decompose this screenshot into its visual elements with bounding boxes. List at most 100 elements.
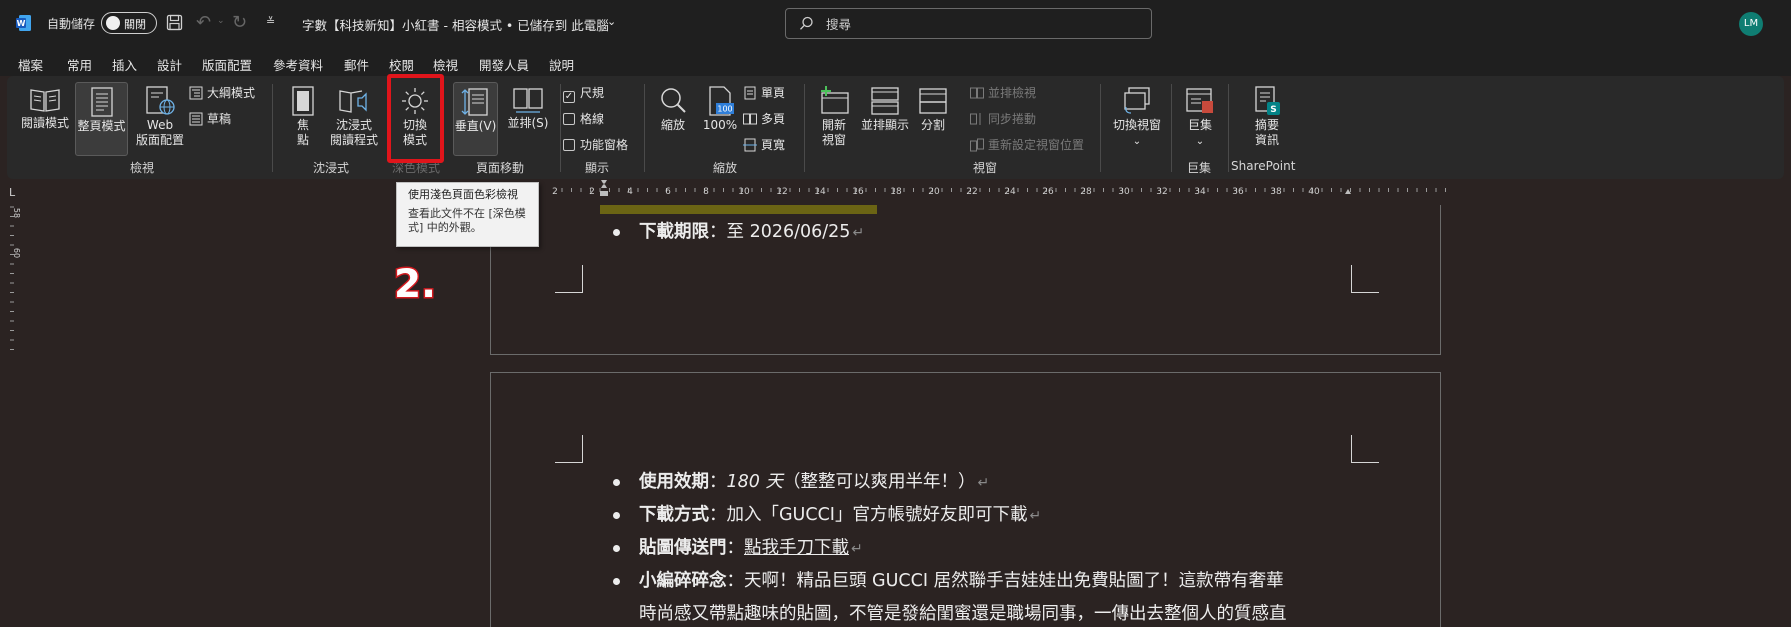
item-heading: 下載方式 (639, 505, 709, 525)
tab-selector[interactable]: L (9, 186, 15, 199)
ruler-label: 26 (1042, 187, 1054, 197)
arrange-all-button[interactable]: 並排顯示 (857, 86, 913, 133)
bullet-icon (613, 512, 620, 519)
bullet-icon (613, 545, 620, 552)
search-icon (799, 16, 814, 35)
document-page[interactable]: 使用效期：180 天（整整可以爽用半年！） ↵ 下載方式：加入「GUCCI」官方帳… (490, 372, 1441, 627)
ruler-label: 18 (890, 187, 902, 197)
search-input[interactable] (826, 14, 1126, 34)
tab-mailings[interactable]: 郵件 (344, 55, 369, 74)
tab-references[interactable]: 參考資料 (273, 55, 323, 74)
chevron-down-icon: ⌄ (1195, 136, 1205, 147)
group-label-window: 視窗 (973, 161, 998, 175)
focus-button[interactable]: 焦 點 (287, 86, 319, 148)
gridlines-checkbox[interactable]: 格線 (563, 111, 604, 127)
tab-design[interactable]: 設計 (157, 55, 182, 74)
crop-mark-icon (555, 265, 583, 293)
new-window-icon (821, 86, 849, 114)
item-emphasis: 180 天 (726, 472, 783, 492)
document-page[interactable]: 下載期限：至 2026/06/25 ↵ (490, 205, 1441, 355)
word-app-icon: W (16, 14, 32, 32)
navigation-pane-checkbox[interactable]: 功能窗格 (563, 137, 628, 153)
chevron-down-icon[interactable]: ⌄ (607, 15, 616, 28)
ruler-label: 14 (814, 187, 826, 197)
outline-button[interactable]: 大綱模式 (189, 85, 255, 101)
list-item-continuation[interactable]: 時尚感又帶點趣味的貼圖，不管是發給閨蜜還是職場同事，一傳出去整個人的質感直 (639, 602, 1287, 626)
tab-developer[interactable]: 開發人員 (479, 55, 529, 74)
ruler-label: 28 (1080, 187, 1092, 197)
synchronous-scrolling-label: 同步捲動 (988, 112, 1037, 126)
undo-icon[interactable]: ↶ (196, 12, 211, 33)
tooltip-title: 使用淺色頁面色彩檢視 (408, 188, 518, 201)
download-link[interactable]: 點我手刀下載 (744, 538, 849, 558)
horizontal-ruler-marks: 2 2 4 6 8 10 12 14 16 18 20 22 24 26 28 30 32 34 36 38 40 (490, 180, 1446, 198)
divider (804, 84, 805, 172)
multiple-pages-button[interactable]: 多頁 (743, 111, 785, 127)
search-box[interactable] (785, 8, 1152, 39)
ruler-checkbox[interactable]: ✓ 尺規 (563, 85, 604, 103)
bullet-icon (613, 479, 620, 486)
tab-review[interactable]: 校閱 (389, 55, 414, 74)
undo-dropdown-icon[interactable]: ⌄ (217, 16, 225, 26)
tab-home[interactable]: 常用 (67, 55, 92, 74)
avatar[interactable]: LM (1739, 12, 1763, 36)
item-heading: 小編碎碎念 (639, 571, 727, 591)
tab-view[interactable]: 檢視 (433, 55, 459, 81)
ruler-label: 8 (703, 187, 709, 197)
ruler-label: 16 (852, 187, 864, 197)
read-mode-button[interactable]: 閱讀模式 (20, 86, 70, 131)
one-page-button[interactable]: 單頁 (743, 85, 785, 101)
list-item[interactable]: 小編碎碎念：天啊！精品巨頭 GUCCI 居然聯手吉娃娃出免費貼圖了！這款帶有奢華 (639, 569, 1284, 593)
tab-file[interactable]: 檔案 (18, 55, 43, 74)
list-item[interactable]: 使用效期：180 天（整整可以爽用半年！） ↵ (639, 470, 989, 495)
synchronous-scrolling-button: 同步捲動 (970, 111, 1036, 127)
focus-label-2: 點 (296, 133, 309, 147)
zoom-button[interactable]: 縮放 (654, 86, 692, 133)
group-label-macros: 巨集 (1187, 161, 1212, 175)
autosave-toggle[interactable]: 關閉 (101, 12, 157, 34)
web-layout-button[interactable]: Web 版面配置 (131, 86, 189, 148)
view-side-by-side-label: 並排檢視 (988, 86, 1037, 100)
tab-insert[interactable]: 插入 (112, 55, 137, 74)
split-button[interactable]: 分割 (913, 86, 953, 133)
macros-button[interactable]: 巨集 ⌄ (1182, 86, 1218, 149)
properties-button[interactable]: S 摘要 資訊 (1247, 86, 1287, 148)
split-icon (919, 88, 947, 114)
save-icon[interactable] (166, 14, 183, 35)
new-window-button[interactable]: 開新 視窗 (814, 86, 854, 148)
paragraph-mark-icon: ↵ (852, 225, 865, 241)
item-heading: 使用效期 (639, 472, 709, 492)
customize-toolbar-icon[interactable]: ≚ (266, 15, 275, 28)
group-label-page-movement: 頁面移動 (476, 161, 525, 175)
vertical-ruler[interactable]: 58 60 (0, 205, 28, 627)
tab-layout[interactable]: 版面配置 (202, 55, 252, 74)
immersive-reader-button[interactable]: 沈浸式 閱讀程式 (325, 86, 383, 148)
list-item[interactable]: 下載方式：加入「GUCCI」官方帳號好友即可下載 ↵ (639, 503, 1041, 528)
document-title[interactable]: 字數【科技新知】小紅書 - 相容模式 • 已儲存到 此電腦 (302, 15, 609, 34)
redo-icon[interactable]: ↻ (232, 12, 247, 33)
ruler-label: 30 (1118, 187, 1130, 197)
tab-help[interactable]: 說明 (549, 55, 574, 74)
toggle-knob (106, 16, 120, 30)
bullet-icon (613, 229, 620, 236)
ruler-label: 2 (589, 187, 595, 197)
group-label-zoom: 縮放 (713, 161, 738, 175)
reset-position-icon (970, 138, 984, 152)
reset-window-position-button: 重新設定視窗位置 (970, 137, 1084, 153)
draft-label: 草稿 (207, 112, 232, 126)
ruler-label: 20 (928, 187, 940, 197)
multiple-pages-label: 多頁 (761, 112, 786, 126)
side-to-side-button[interactable]: 並排(S) (503, 86, 553, 131)
switch-windows-button[interactable]: 切換視窗 ⌄ (1109, 86, 1165, 149)
print-layout-button[interactable]: 整頁模式 (75, 82, 128, 156)
horizontal-ruler[interactable]: 2 2 4 6 8 10 12 14 16 18 20 22 24 26 28 30 32 34 36 38 40 (28, 179, 1791, 205)
ruler-label: 6 (665, 187, 671, 197)
bullet-icon (613, 578, 620, 585)
divider (1171, 84, 1172, 172)
list-item[interactable]: 貼圖傳送門：點我手刀下載 ↵ (639, 536, 863, 561)
vertical-button[interactable]: 垂直(V) (453, 82, 498, 156)
zoom-100-button[interactable]: 100 100% (699, 86, 741, 133)
list-item[interactable]: 下載期限：至 2026/06/25 ↵ (639, 220, 864, 245)
draft-button[interactable]: 草稿 (189, 111, 231, 127)
page-width-button[interactable]: 頁寬 (743, 137, 785, 153)
